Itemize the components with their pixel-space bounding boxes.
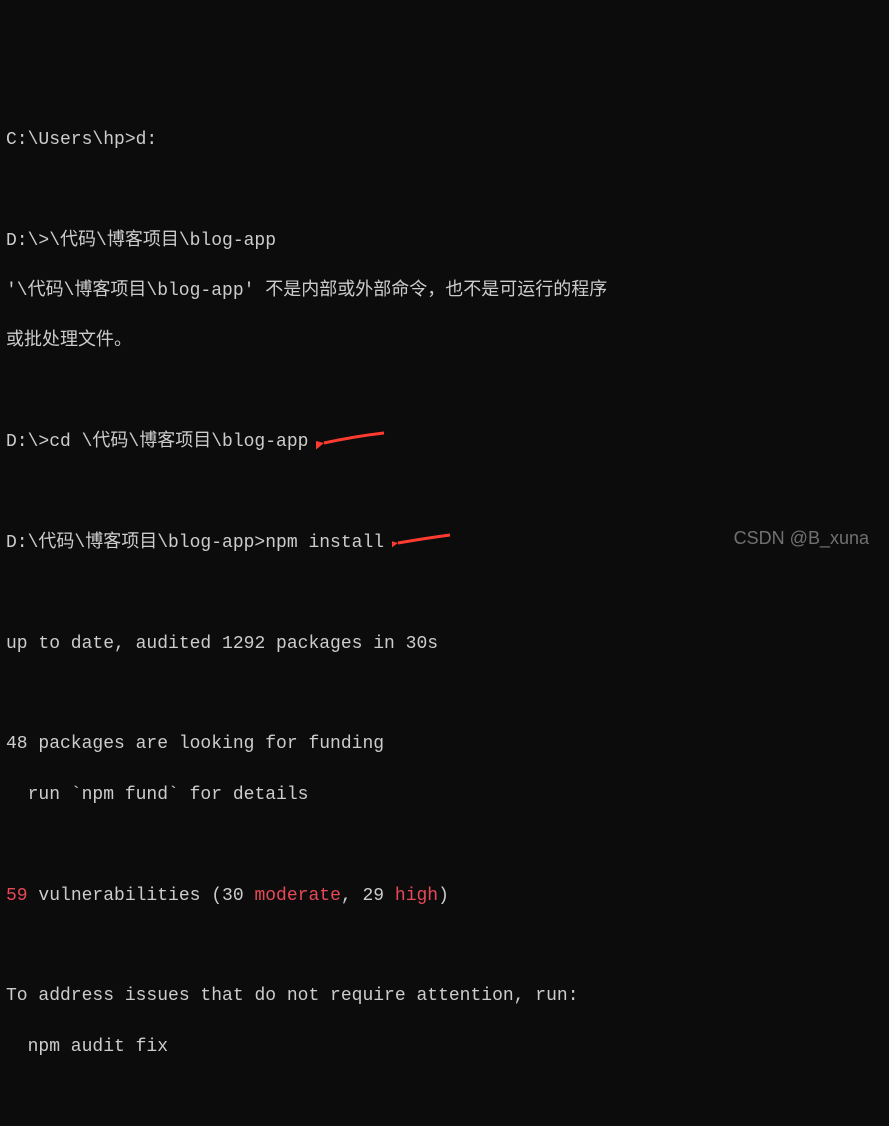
command: cd \代码\博客项目\blog-app xyxy=(49,432,308,452)
command: d: xyxy=(136,130,158,150)
annotation-arrow-icon xyxy=(316,430,386,452)
watermark-text: CSDN @B_xuna xyxy=(734,526,869,551)
blank-line xyxy=(6,178,883,203)
blank-line xyxy=(6,1085,883,1110)
vuln-count: 59 xyxy=(6,886,28,906)
error-output: 或批处理文件。 xyxy=(6,329,883,354)
severity-moderate: moderate xyxy=(254,886,340,906)
severity-high: high xyxy=(395,886,438,906)
prompt-line: D:\>\代码\博客项目\blog-app xyxy=(6,229,883,254)
vuln-text: vulnerabilities (30 xyxy=(28,886,255,906)
prompt: D:\> xyxy=(6,432,49,452)
terminal-window[interactable]: C:\Users\hp>d: D:\>\代码\博客项目\blog-app '\代… xyxy=(6,103,883,1126)
prompt: C:\Users\hp> xyxy=(6,130,136,150)
command: npm install xyxy=(265,533,384,553)
vulnerabilities-line: 59 vulnerabilities (30 moderate, 29 high… xyxy=(6,884,883,909)
blank-line xyxy=(6,682,883,707)
npm-output: To address issues that do not require at… xyxy=(6,984,883,1009)
prompt-line: C:\Users\hp>d: xyxy=(6,128,883,153)
blank-line xyxy=(6,934,883,959)
npm-output: run `npm fund` for details xyxy=(6,783,883,808)
vuln-text: , 29 xyxy=(341,886,395,906)
prompt-line: D:\>cd \代码\博客项目\blog-app xyxy=(6,430,883,455)
annotation-arrow-icon xyxy=(392,531,452,553)
npm-output: npm audit fix xyxy=(6,1035,883,1060)
npm-output: up to date, audited 1292 packages in 30s xyxy=(6,632,883,657)
prompt: D:\代码\博客项目\blog-app> xyxy=(6,533,265,553)
blank-line xyxy=(6,380,883,405)
error-output: '\代码\博客项目\blog-app' 不是内部或外部命令，也不是可运行的程序 xyxy=(6,279,883,304)
blank-line xyxy=(6,581,883,606)
npm-output: 48 packages are looking for funding xyxy=(6,732,883,757)
blank-line xyxy=(6,833,883,858)
prompt: D:\> xyxy=(6,231,49,251)
command: \代码\博客项目\blog-app xyxy=(49,231,276,251)
vuln-text: ) xyxy=(438,886,449,906)
blank-line xyxy=(6,481,883,506)
